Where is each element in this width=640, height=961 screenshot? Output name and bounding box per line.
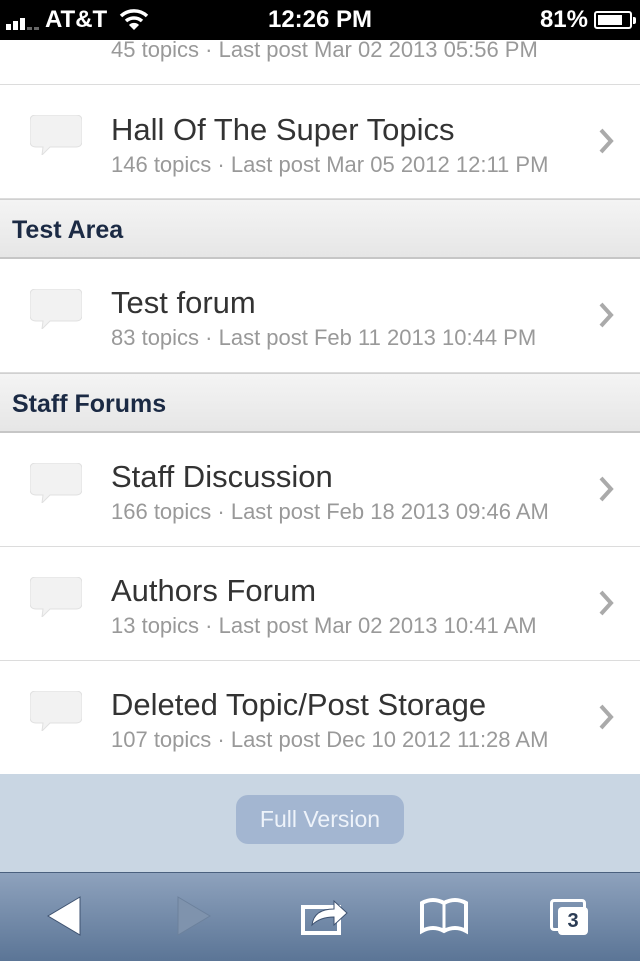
- section-header-test-area: Test Area: [0, 199, 640, 259]
- speech-bubble-icon: [30, 289, 82, 329]
- forum-row[interactable]: Staff Discussion 166 topics · Last post …: [0, 433, 640, 547]
- forum-list: 45 topics · Last post Mar 02 2013 05:56 …: [0, 40, 640, 774]
- browser-toolbar: 3: [0, 872, 640, 961]
- forum-meta: 45 topics · Last post Mar 02 2013 05:56 …: [111, 40, 538, 62]
- section-header-staff-forums: Staff Forums: [0, 373, 640, 433]
- back-arrow-icon[interactable]: [46, 895, 82, 937]
- speech-bubble-icon: [30, 463, 82, 503]
- forum-meta: 146 topics · Last post Mar 05 2012 12:11…: [111, 152, 549, 177]
- chevron-right-icon: [599, 590, 614, 616]
- tabs-button[interactable]: 3: [548, 899, 592, 939]
- status-bar: AT&T 12:26 PM 81%: [0, 0, 640, 40]
- section-title: Test Area: [12, 216, 124, 244]
- forum-meta: 83 topics · Last post Feb 11 2013 10:44 …: [111, 325, 537, 350]
- forum-meta: 107 topics · Last post Dec 10 2012 11:28…: [111, 727, 549, 752]
- speech-bubble-icon: [30, 691, 82, 731]
- speech-bubble-icon: [30, 577, 82, 617]
- forum-title: Test forum: [111, 285, 256, 320]
- speech-bubble-icon: [30, 115, 82, 155]
- chevron-right-icon: [599, 476, 614, 502]
- forum-title: Authors Forum: [111, 573, 317, 608]
- forum-row[interactable]: 45 topics · Last post Mar 02 2013 05:56 …: [0, 40, 640, 85]
- bookmarks-icon[interactable]: [418, 895, 470, 937]
- forum-title: Hall Of The Super Topics: [111, 112, 455, 147]
- share-icon[interactable]: [300, 895, 350, 937]
- forum-row[interactable]: Hall Of The Super Topics 146 topics · La…: [0, 85, 640, 199]
- forum-meta: 13 topics · Last post Mar 02 2013 10:41 …: [111, 613, 537, 638]
- forum-row[interactable]: Authors Forum 13 topics · Last post Mar …: [0, 547, 640, 661]
- chevron-right-icon: [599, 704, 614, 730]
- forum-title: Staff Discussion: [111, 459, 333, 494]
- battery-percent: 81%: [539, 6, 588, 33]
- full-version-button[interactable]: Full Version: [236, 795, 404, 844]
- forum-title: Deleted Topic/Post Storage: [111, 687, 487, 722]
- tab-count-badge: 3: [558, 907, 588, 935]
- forum-meta: 166 topics · Last post Feb 18 2013 09:46…: [111, 499, 549, 524]
- forward-arrow-icon[interactable]: [176, 895, 212, 937]
- battery-info: 81%: [539, 6, 636, 34]
- chevron-right-icon: [599, 302, 614, 328]
- chevron-right-icon: [599, 128, 614, 154]
- battery-icon: [594, 11, 636, 29]
- section-title: Staff Forums: [12, 390, 167, 418]
- forum-row[interactable]: Test forum 83 topics · Last post Feb 11 …: [0, 259, 640, 373]
- forum-row[interactable]: Deleted Topic/Post Storage 107 topics · …: [0, 661, 640, 774]
